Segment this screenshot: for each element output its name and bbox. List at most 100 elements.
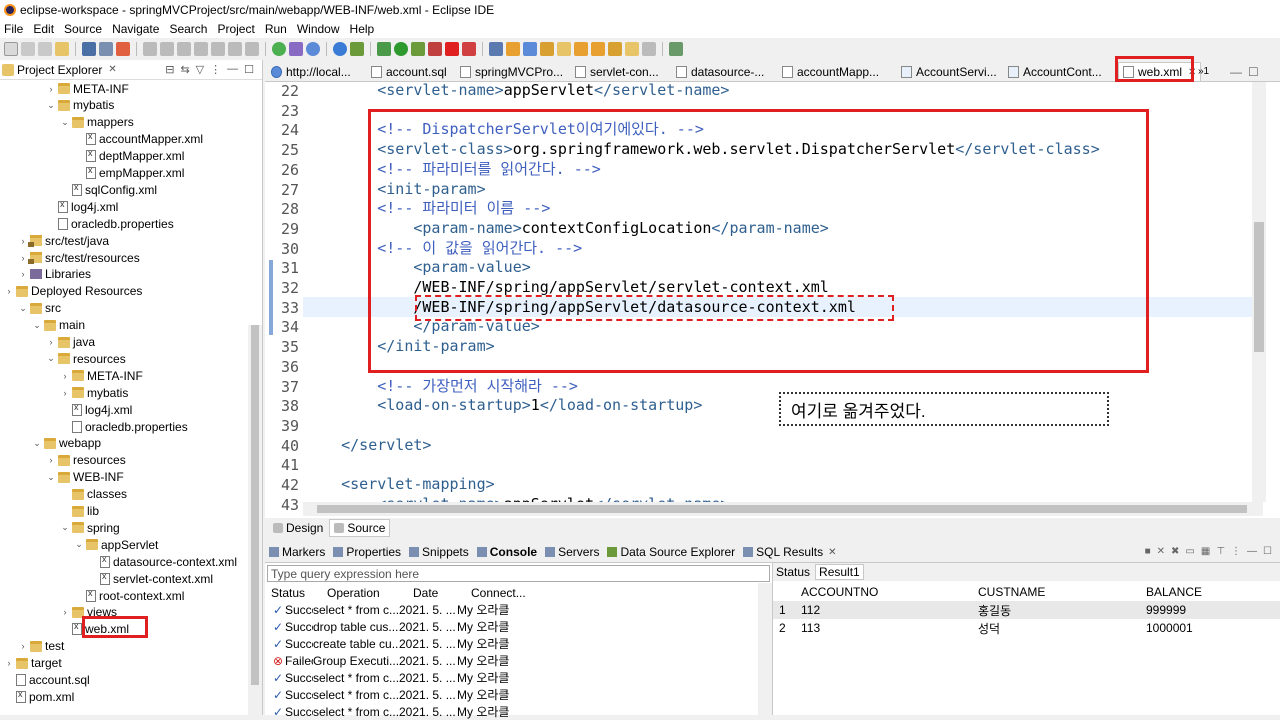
tree-item-4[interactable]: deptMapper.xml xyxy=(74,148,184,165)
save-all-icon[interactable] xyxy=(38,42,52,56)
console-icon[interactable] xyxy=(82,42,96,56)
column-header-status[interactable]: Status xyxy=(265,586,327,600)
history-row[interactable]: ⊗FailecGroup Executi...2021. 5. ...My 오라… xyxy=(265,652,517,669)
new-icon[interactable] xyxy=(4,42,18,56)
history-row[interactable]: ✓Succeselect * from c...2021. 5. ...My 오… xyxy=(265,601,517,618)
tab-properties[interactable]: Properties xyxy=(333,545,401,559)
expand-toggle-icon[interactable]: › xyxy=(46,84,56,94)
history-row[interactable]: ✓Succeselect * from c...2021. 5. ...My 오… xyxy=(265,686,517,703)
tree-item-22[interactable]: › resources xyxy=(46,452,126,469)
tab-datasource-context[interactable]: datasource-... xyxy=(676,62,764,81)
expand-toggle-icon[interactable]: ⌄ xyxy=(46,353,56,364)
expand-toggle-icon[interactable]: ⌄ xyxy=(60,522,70,533)
expand-toggle-icon[interactable]: › xyxy=(18,253,28,263)
terminate-icon[interactable] xyxy=(194,42,208,56)
minimize-icon[interactable]: — xyxy=(1247,546,1257,557)
tree-item-12[interactable]: › Deployed Resources xyxy=(4,283,143,300)
expand-toggle-icon[interactable]: › xyxy=(60,388,70,398)
run-icon[interactable] xyxy=(394,42,408,56)
menu-run[interactable]: Run xyxy=(261,22,293,36)
editor-hscroll-thumb[interactable] xyxy=(317,505,1247,513)
perspective-icon[interactable] xyxy=(669,42,683,56)
maximize-icon[interactable]: ☐ xyxy=(1263,546,1272,557)
new-java-package-icon[interactable] xyxy=(489,42,503,56)
expand-toggle-icon[interactable]: › xyxy=(18,641,28,651)
tree-item-6[interactable]: sqlConfig.xml xyxy=(60,181,157,198)
tab-overflow[interactable]: »1 xyxy=(1198,62,1209,81)
expand-toggle-icon[interactable]: › xyxy=(46,455,56,465)
column-header-balance[interactable]: BALANCE xyxy=(1146,585,1276,599)
history-row[interactable]: ✓Succeselect * from c...2021. 5. ...My 오… xyxy=(265,669,517,686)
expand-toggle-icon[interactable]: › xyxy=(18,269,28,279)
view-menu-icon[interactable]: ⋮ xyxy=(1231,546,1241,557)
menu-search[interactable]: Search xyxy=(165,22,213,36)
tab-servers[interactable]: Servers xyxy=(545,545,599,559)
tab-result1[interactable]: Result1 xyxy=(815,564,864,580)
tree-item-30[interactable]: root-context.xml xyxy=(74,587,184,604)
tree-item-26[interactable]: ⌄ spring xyxy=(60,519,119,536)
expand-toggle-icon[interactable]: ⌄ xyxy=(18,303,28,314)
debug-icon[interactable] xyxy=(377,42,391,56)
resume-icon[interactable] xyxy=(160,42,174,56)
expand-toggle-icon[interactable]: ⌄ xyxy=(32,438,42,449)
tree-item-11[interactable]: › Libraries xyxy=(18,266,92,283)
code-line[interactable]: </servlet> xyxy=(305,435,431,455)
tab-markers[interactable]: Markers xyxy=(269,545,325,559)
result-row[interactable]: 2 113 성덕 1000001 xyxy=(773,619,1280,637)
coverage-icon[interactable] xyxy=(411,42,425,56)
tree-item-17[interactable]: › META-INF xyxy=(60,367,143,384)
project-explorer-title[interactable]: Project Explorer xyxy=(17,63,102,77)
tree-item-27[interactable]: ⌄ appServlet xyxy=(74,536,158,553)
previous-annotation-icon[interactable] xyxy=(591,42,605,56)
stop-icon[interactable]: ■ xyxy=(1145,546,1151,557)
server-icon[interactable] xyxy=(289,42,303,56)
profile-icon[interactable] xyxy=(462,42,476,56)
history-row[interactable]: ✓Succedrop table cus...2021. 5. ...My 오라… xyxy=(265,618,517,635)
tree-item-25[interactable]: lib xyxy=(60,503,99,520)
save-icon[interactable] xyxy=(21,42,35,56)
tab-springmvcproject[interactable]: springMVCPro... xyxy=(460,62,563,81)
tree-item-13[interactable]: ⌄ src xyxy=(18,300,61,317)
close-icon[interactable]: ✕ xyxy=(108,64,116,75)
tree-item-15[interactable]: › java xyxy=(46,334,96,351)
tab-account-mapper[interactable]: accountMapp... xyxy=(782,62,879,81)
tab-account-service[interactable]: AccountServi... xyxy=(901,62,997,81)
web-browser-icon[interactable] xyxy=(306,42,320,56)
expand-toggle-icon[interactable]: › xyxy=(60,607,70,617)
expand-toggle-icon[interactable]: ⌄ xyxy=(32,320,42,331)
tree-item-3[interactable]: accountMapper.xml xyxy=(74,131,203,148)
tree-item-10[interactable]: › src/test/resources xyxy=(18,249,140,266)
editor-scrollbar-thumb[interactable] xyxy=(1254,222,1264,352)
refresh-icon[interactable] xyxy=(272,42,286,56)
tree-item-36[interactable]: pom.xml xyxy=(4,688,74,705)
menu-project[interactable]: Project xyxy=(213,22,260,36)
expand-toggle-icon[interactable]: ⌄ xyxy=(46,100,56,111)
column-header-connection[interactable]: Connect... xyxy=(471,586,531,600)
expand-toggle-icon[interactable]: ⌄ xyxy=(74,539,84,550)
expand-toggle-icon[interactable]: › xyxy=(4,286,14,296)
close-icon[interactable]: ✕ xyxy=(828,547,836,558)
menu-source[interactable]: Source xyxy=(60,22,108,36)
history-scrollbar[interactable] xyxy=(758,583,772,715)
minimize-icon[interactable]: — xyxy=(227,63,238,76)
tree-item-21[interactable]: ⌄ webapp xyxy=(32,435,101,452)
expand-toggle-icon[interactable]: ⌄ xyxy=(60,117,70,128)
column-header-operation[interactable]: Operation xyxy=(327,586,413,600)
tab-http-local[interactable]: http://local... xyxy=(271,62,351,81)
expand-toggle-icon[interactable]: › xyxy=(46,337,56,347)
display-icon[interactable]: ▭ xyxy=(1185,546,1194,557)
tab-status[interactable]: Status xyxy=(773,565,813,579)
tree-item-29[interactable]: servlet-context.xml xyxy=(88,570,213,587)
column-header-date[interactable]: Date xyxy=(413,586,471,600)
tree-item-33[interactable]: › test xyxy=(18,638,65,655)
search-folder-icon[interactable] xyxy=(557,42,571,56)
history-row[interactable]: ✓Succecreate table cu...2021. 5. ...My 오… xyxy=(265,635,517,652)
open-type-icon[interactable] xyxy=(523,42,537,56)
tab-account-sql[interactable]: account.sql xyxy=(371,62,447,81)
tree-item-19[interactable]: log4j.xml xyxy=(60,401,132,418)
filter-icon[interactable]: ▽ xyxy=(196,63,204,76)
expand-toggle-icon[interactable]: ⌄ xyxy=(46,472,56,483)
column-header-custname[interactable]: CUSTNAME xyxy=(978,585,1146,599)
tab-account-controller[interactable]: AccountCont... xyxy=(1008,62,1102,81)
tree-item-9[interactable]: › src/test/java xyxy=(18,232,110,249)
